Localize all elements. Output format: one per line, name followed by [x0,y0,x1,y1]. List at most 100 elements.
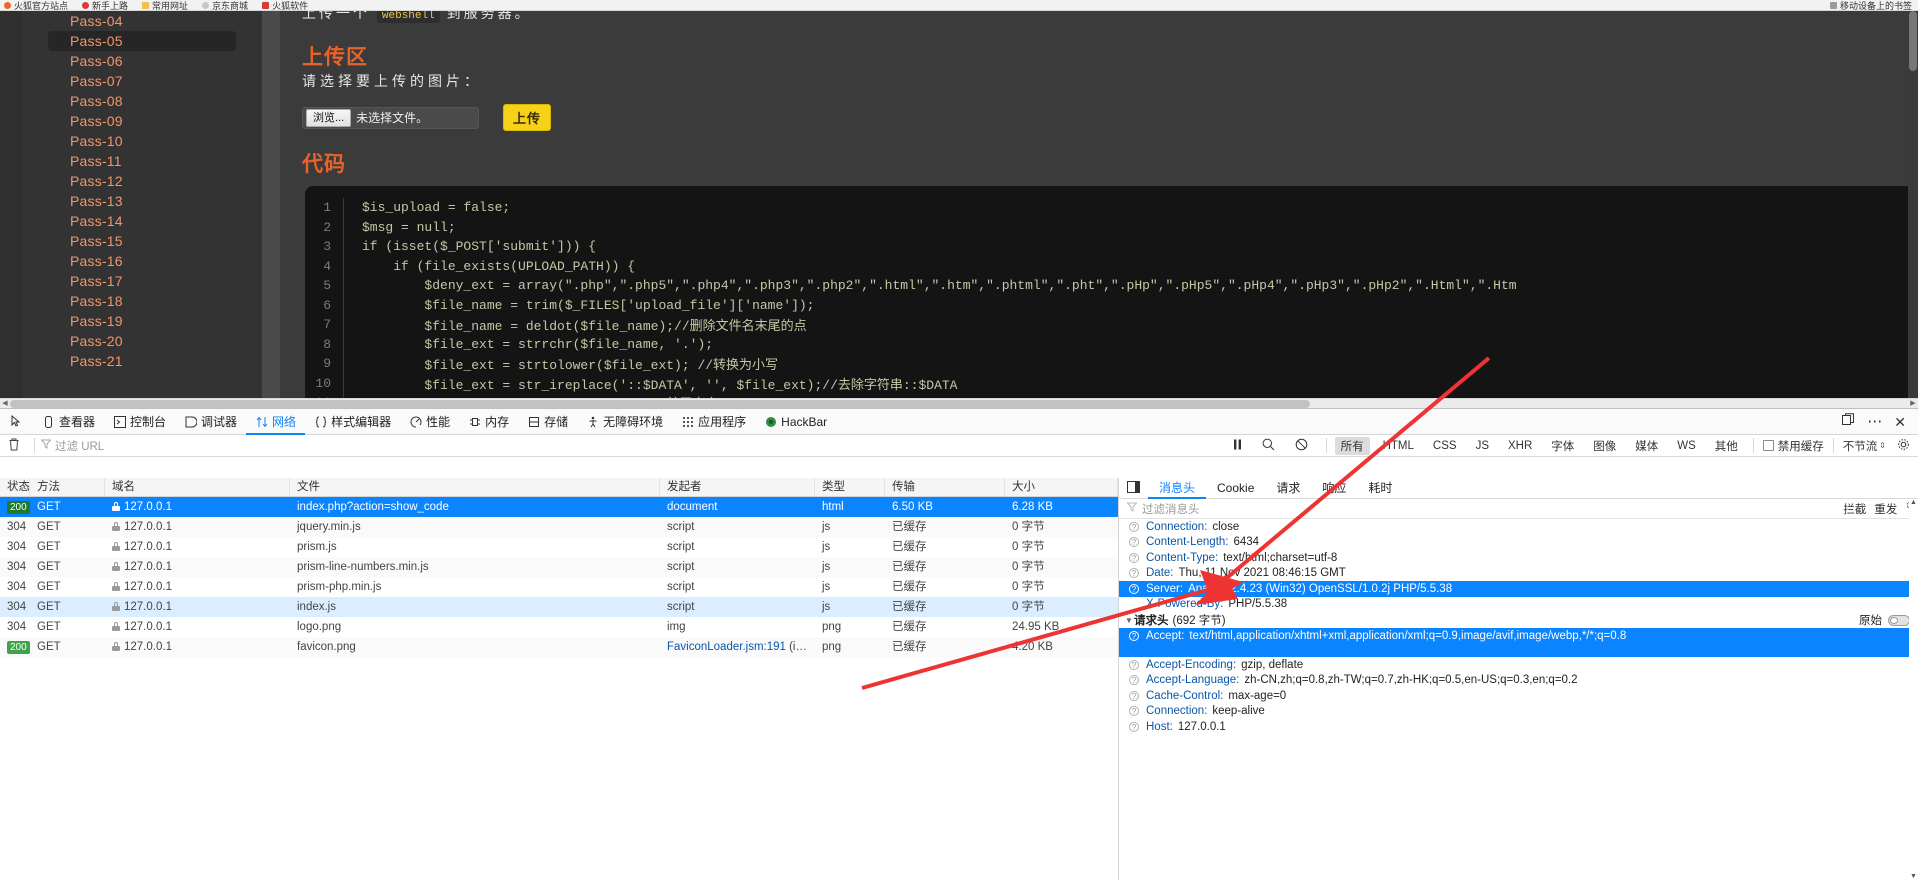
tab-application[interactable]: 应用程序 [672,409,755,435]
throttle-select[interactable]: 不节流 [1843,438,1878,454]
scrollbar-thumb[interactable] [10,399,1310,408]
col-header-transfer[interactable]: 传输 [885,478,1005,496]
resend-button[interactable]: 重发 [1874,501,1897,517]
header-row[interactable]: ? Connection: keep-alive [1119,704,1918,720]
col-header-domain[interactable]: 域名 [105,478,290,496]
sidebar-item-pass-14[interactable]: Pass-14 [22,211,262,231]
help-icon[interactable]: ? [1129,675,1139,686]
bookmark-item[interactable]: 火狐软件 [262,0,308,10]
header-row[interactable]: ? Content-Type: text/html;charset=utf-8 [1119,550,1918,566]
scroll-right-icon[interactable]: ▶ [1908,399,1918,409]
bookmark-item[interactable]: 京东商城 [202,0,248,10]
bookmark-item[interactable]: 火狐官方站点 [4,0,68,10]
filter-chip-image[interactable]: 图像 [1587,437,1622,455]
scrollbar-thumb[interactable] [1909,11,1917,71]
sidebar-item-pass-18[interactable]: Pass-18 [22,291,262,311]
scroll-up-icon[interactable]: ▲ [1909,499,1918,506]
close-icon[interactable]: ✕ [1894,415,1906,429]
tab-style-editor[interactable]: 样式编辑器 [305,409,400,435]
filter-chip-other[interactable]: 其他 [1709,437,1744,455]
detail-scrollbar[interactable]: ▲ ▼ [1909,499,1918,880]
trash-icon[interactable] [0,438,28,454]
tab-network[interactable]: 网络 [246,409,305,435]
table-row[interactable]: 200 GET 127.0.0.1 index.php?action=show_… [0,497,1118,517]
chevron-down-icon[interactable]: ▼ [1125,616,1134,625]
header-row[interactable]: ? Connection: close [1119,519,1918,535]
header-row[interactable]: ? Accept-Language: zh-CN,zh;q=0.8,zh-TW;q=… [1119,673,1918,689]
pass-level-sidebar[interactable]: Pass-04 Pass-05 Pass-06 Pass-07 Pass-08 … [22,11,262,408]
header-row[interactable]: X-Powered-By: PHP/5.5.38 [1119,597,1918,613]
upload-button[interactable]: 上传 [503,104,552,131]
network-table-header[interactable]: 状态 方法 域名 文件 发起者 类型 传输 大小 [0,478,1118,497]
sidebar-item-pass-06[interactable]: Pass-06 [22,51,262,71]
tab-performance[interactable]: 性能 [400,409,459,435]
scrollbar-track[interactable] [10,399,1908,409]
col-header-cause[interactable]: 发起者 [660,478,815,496]
sidebar-item-pass-15[interactable]: Pass-15 [22,231,262,251]
filter-chip-html[interactable]: HTML [1377,439,1420,453]
url-filter-input[interactable]: 过滤 URL [55,438,104,454]
expand-panel-icon[interactable] [1119,480,1148,496]
filter-chip-media[interactable]: 媒体 [1629,437,1664,455]
help-icon[interactable]: ? [1129,583,1139,594]
sidebar-item-pass-08[interactable]: Pass-08 [22,91,262,111]
header-row[interactable]: ? Accept: text/html,application/xhtml+xml,… [1119,628,1918,657]
request-headers-group[interactable]: ▼ 请求头 (692 字节) 原始 [1119,612,1918,628]
header-row[interactable]: ? Host: 127.0.0.1 [1119,719,1918,735]
sidebar-item-pass-20[interactable]: Pass-20 [22,331,262,351]
block-request-button[interactable]: 拦截 [1843,501,1866,517]
col-header-method[interactable]: 方法 [30,478,105,496]
table-row[interactable]: 304 GET 127.0.0.1 logo.png img png 已缓存 2… [0,617,1118,637]
col-header-size[interactable]: 大小 [1005,478,1118,496]
raw-toggle-label[interactable]: 原始 [1859,612,1882,628]
header-row[interactable]: ? Content-Length: 6434 [1119,535,1918,551]
pause-icon[interactable] [1223,439,1252,453]
picker-icon[interactable] [6,409,33,435]
help-icon[interactable]: ? [1129,690,1139,701]
filter-chip-font[interactable]: 字体 [1545,437,1580,455]
help-icon[interactable]: ? [1129,659,1139,670]
block-icon[interactable] [1285,438,1318,454]
col-header-file[interactable]: 文件 [290,478,660,496]
filter-chip-ws[interactable]: WS [1671,439,1702,453]
bookmark-item[interactable]: 新手上路 [82,0,128,10]
sidebar-item-pass-04[interactable]: Pass-04 [22,11,262,31]
detail-tab-bar[interactable]: 消息头 Cookie 请求 响应 耗时 [1119,478,1918,499]
table-row[interactable]: 200 GET 127.0.0.1 favicon.png FaviconLoa… [0,637,1118,657]
sidebar-item-pass-10[interactable]: Pass-10 [22,131,262,151]
page-vertical-scrollbar[interactable] [1908,11,1918,398]
chevron-updown-icon[interactable]: ⇳ [1879,441,1886,450]
sidebar-item-pass-11[interactable]: Pass-11 [22,151,262,171]
tab-console[interactable]: 控制台 [104,409,175,435]
mobile-bookmarks-item[interactable]: 移动设备上的书签 [1829,0,1918,10]
help-icon[interactable]: ? [1129,568,1139,579]
bookmarks-bar[interactable]: 火狐官方站点 新手上路 常用网址 京东商城 火狐软件 移动设备上的书签 [0,0,1918,11]
table-row[interactable]: 304 GET 127.0.0.1 prism.js script js 已缓存… [0,537,1118,557]
disable-cache-label[interactable]: 禁用缓存 [1778,438,1824,454]
tab-request[interactable]: 请求 [1265,478,1311,499]
col-header-type[interactable]: 类型 [815,478,885,496]
sidebar-item-pass-12[interactable]: Pass-12 [22,171,262,191]
tab-inspector[interactable]: 查看器 [33,409,104,435]
table-row[interactable]: 304 GET 127.0.0.1 jquery.min.js script j… [0,517,1118,537]
sidebar-item-pass-07[interactable]: Pass-07 [22,71,262,91]
search-icon[interactable] [1252,438,1285,454]
table-row[interactable]: 304 GET 127.0.0.1 prism-php.min.js scrip… [0,577,1118,597]
tab-memory[interactable]: 内存 [459,409,518,435]
cause-link[interactable]: FaviconLoader.jsm:191 [667,641,786,653]
sidebar-item-pass-17[interactable]: Pass-17 [22,271,262,291]
help-icon[interactable]: ? [1129,706,1139,717]
sidebar-item-pass-05[interactable]: Pass-05 [48,31,236,51]
tab-storage[interactable]: 存储 [518,409,577,435]
help-icon[interactable]: ? [1129,552,1139,563]
help-icon[interactable]: ? [1129,521,1139,532]
header-row[interactable]: ? Cache-Control: max-age=0 [1119,688,1918,704]
filter-chip-js[interactable]: JS [1470,439,1495,453]
dock-icon[interactable] [1841,413,1855,430]
help-icon[interactable]: ? [1129,721,1139,732]
sidebar-item-pass-16[interactable]: Pass-16 [22,251,262,271]
col-header-status[interactable]: 状态 [0,478,30,496]
disable-cache-checkbox[interactable] [1762,440,1774,451]
filter-chip-all[interactable]: 所有 [1334,436,1370,455]
tab-cookie[interactable]: Cookie [1206,478,1265,499]
